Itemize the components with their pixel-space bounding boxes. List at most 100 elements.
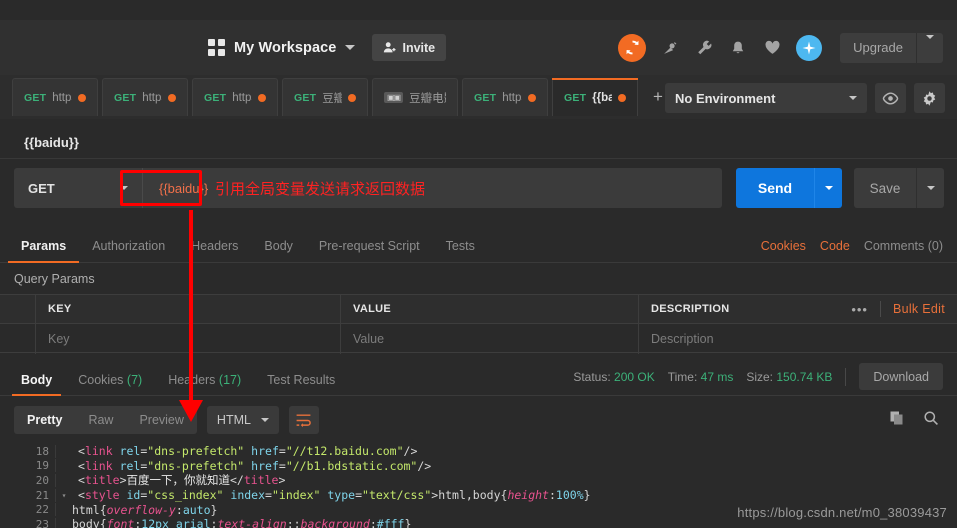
invite-button[interactable]: Invite [372, 34, 447, 61]
upgrade-label: Upgrade [853, 40, 903, 55]
time-value: 47 ms [700, 369, 734, 384]
tab-6-active[interactable]: GET {{bai [552, 78, 638, 116]
sync-icon[interactable] [618, 33, 647, 62]
url-value: {{baidu}} [159, 180, 209, 196]
unsaved-dot-icon [168, 93, 176, 102]
query-params-table: KEY VALUE DESCRIPTION ••• Bulk Edit Key … [0, 294, 957, 354]
query-params-divider [0, 352, 957, 353]
response-tab-body[interactable]: Body [8, 373, 65, 396]
method-label: GET [28, 180, 55, 196]
header-actions: Upgrade [618, 20, 943, 75]
tab-params[interactable]: Params [8, 239, 80, 263]
tab-2[interactable]: GET https [192, 78, 278, 116]
word-wrap-button[interactable] [288, 406, 319, 434]
environment-selector[interactable]: No Environment [665, 83, 867, 113]
tab-title: 豆瓣电影 [409, 92, 446, 105]
unsaved-dot-icon [78, 93, 86, 102]
chevron-down-icon [260, 418, 269, 422]
format-selector[interactable]: HTML [206, 406, 279, 434]
annotation-note: 引用全局变量发送请求返回数据 [215, 180, 426, 198]
size-value: 150.74 KB [776, 369, 833, 384]
response-tab-headers[interactable]: Headers (17) [155, 373, 254, 395]
workspace-grid-icon [208, 39, 225, 56]
tab-title: https [502, 91, 522, 104]
line-number: 22 [14, 503, 56, 517]
unsaved-dot-icon [618, 93, 626, 102]
row-value-input[interactable]: Value [341, 324, 639, 354]
copy-icon [890, 411, 903, 425]
view-mode-raw[interactable]: Raw [75, 406, 126, 434]
download-button[interactable]: Download [859, 363, 943, 390]
row-description-input[interactable]: Description [639, 324, 957, 354]
environment-quick-look-button[interactable] [875, 83, 906, 113]
save-options-button[interactable] [916, 168, 944, 208]
upgrade-caret[interactable] [917, 34, 943, 57]
upgrade-button[interactable]: Upgrade [840, 32, 943, 63]
tab-method: GET [114, 91, 137, 104]
save-button[interactable]: Save [854, 168, 916, 208]
tab-body[interactable]: Body [251, 239, 306, 262]
time-group: Time: 47 ms [668, 370, 734, 384]
workspace-selector[interactable]: My Workspace Invite [208, 20, 447, 75]
size-group: Size: 150.74 KB [746, 370, 832, 384]
tab-tests[interactable]: Tests [433, 239, 488, 262]
fold-toggle[interactable]: ▾ [56, 491, 72, 500]
collection-icon: ▣▣ [384, 92, 404, 103]
size-key: Size: [746, 369, 774, 384]
tab-authorization[interactable]: Authorization [79, 239, 178, 262]
code-line: 19 <link rel="dns-prefetch" href="//b1.bd… [14, 459, 943, 474]
tab-list: GET https GET https GET https GET 豆瓣! ▣▣ [12, 78, 706, 116]
tab-4-collection[interactable]: ▣▣ 豆瓣电影 [372, 78, 458, 116]
headers-count: (17) [218, 373, 242, 387]
satellite-icon[interactable] [660, 38, 680, 58]
wrench-icon[interactable] [694, 38, 714, 58]
word-wrap-icon [297, 413, 312, 427]
url-bar: GET {{baidu}} Send Save [14, 168, 944, 208]
method-selector[interactable]: GET [14, 168, 142, 208]
row-checkbox[interactable] [0, 324, 36, 354]
tab-5[interactable]: GET https [462, 78, 548, 116]
tab-title: https [52, 91, 72, 104]
code-line: 21 ▾ <style id="css_index" index="index" t… [14, 488, 943, 503]
header-value: VALUE [341, 295, 639, 323]
response-section-tabs: Body Cookies (7) Headers (17) Test Resul… [0, 363, 957, 396]
code-link[interactable]: Code [820, 239, 850, 253]
person-add-icon [384, 42, 396, 53]
cookies-link[interactable]: Cookies [761, 239, 806, 253]
tab-0[interactable]: GET https [12, 78, 98, 116]
send-options-button[interactable] [814, 168, 842, 208]
view-mode-switch: Pretty Raw Preview [14, 406, 197, 434]
tab-method: GET [204, 91, 227, 104]
tab-title: 豆瓣! [322, 92, 342, 105]
tab-title: {{bai [592, 91, 612, 104]
environment-settings-button[interactable] [914, 83, 945, 113]
view-mode-pretty[interactable]: Pretty [14, 406, 75, 434]
comments-link[interactable]: Comments (0) [864, 239, 943, 253]
tab-1[interactable]: GET https [102, 78, 188, 116]
response-tab-test-results[interactable]: Test Results [254, 373, 348, 395]
table-row[interactable]: Key Value Description [0, 323, 957, 354]
chevron-down-icon [926, 186, 935, 190]
annotation-arrow-head [179, 400, 203, 422]
heart-icon[interactable] [762, 38, 782, 58]
chevron-down-icon [120, 186, 128, 190]
copy-button[interactable] [889, 410, 905, 431]
bell-icon[interactable] [728, 38, 748, 58]
params-more-button[interactable]: ••• [851, 302, 868, 317]
tab-method: GET [294, 91, 317, 104]
line-number: 19 [14, 459, 56, 473]
request-section-tabs: Params Authorization Headers Body Pre-re… [0, 227, 957, 263]
response-tab-cookies[interactable]: Cookies (7) [65, 373, 155, 395]
response-tab-cookies-label: Cookies [78, 373, 124, 387]
send-group: Send [736, 168, 842, 208]
tab-pre-request-script[interactable]: Pre-request Script [306, 239, 433, 262]
status-group: Status: 200 OK [573, 370, 654, 384]
bulk-edit-button[interactable]: Bulk Edit [893, 302, 945, 316]
tab-title: https [142, 91, 162, 104]
header-checkbox-cell [0, 295, 36, 323]
chevron-down-icon [345, 45, 356, 50]
tab-3[interactable]: GET 豆瓣! [282, 78, 368, 116]
send-button[interactable]: Send [736, 168, 814, 208]
new-icon[interactable] [796, 34, 823, 61]
search-button[interactable] [923, 410, 939, 431]
